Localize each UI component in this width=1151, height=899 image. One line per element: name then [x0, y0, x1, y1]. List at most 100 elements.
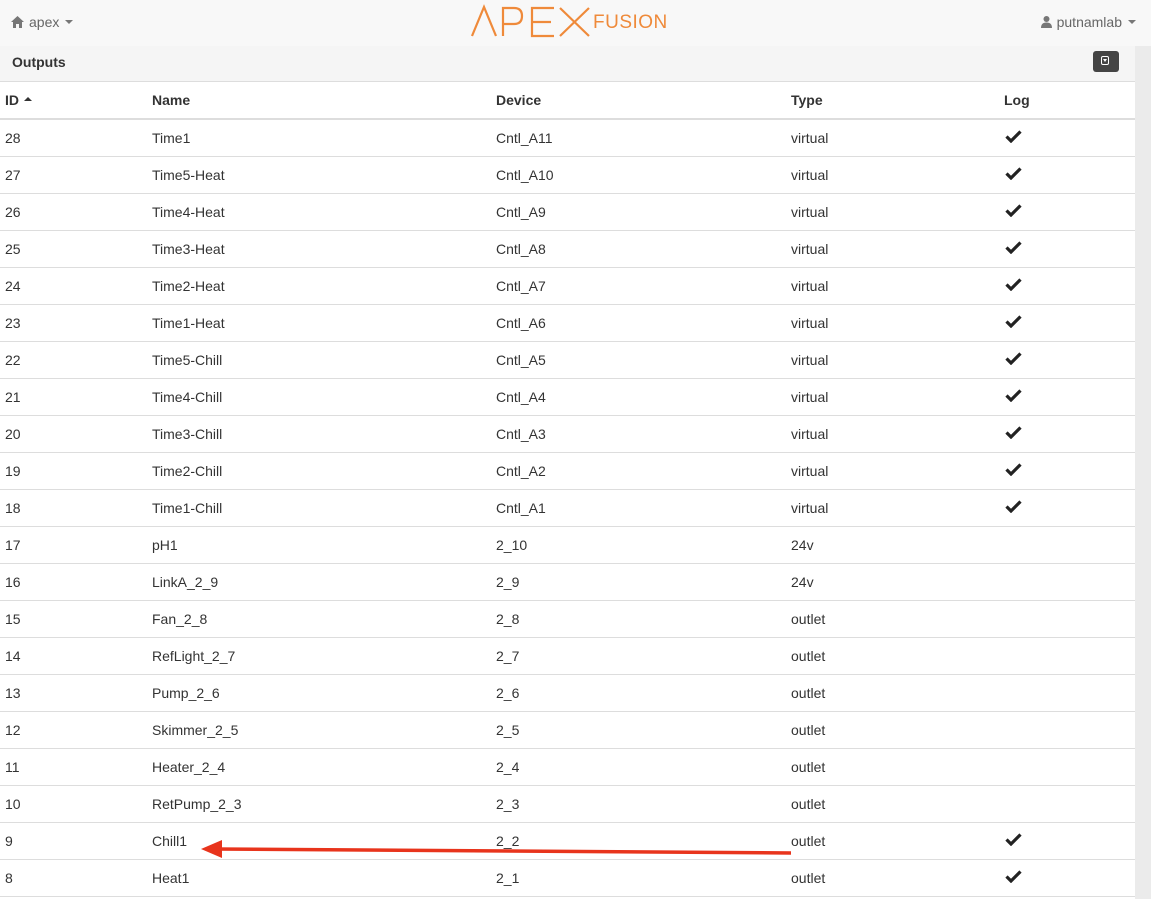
- table-row[interactable]: 19 Time2-Chill Cntl_A2 virtual: [0, 452, 1135, 490]
- cell-id: 20: [0, 415, 152, 453]
- checkmark-icon: [1005, 463, 1022, 476]
- page-scrollbar[interactable]: [1135, 46, 1151, 899]
- column-header-device[interactable]: Device: [496, 82, 791, 120]
- cell-device: Cntl_A1: [496, 489, 791, 527]
- home-menu[interactable]: apex: [11, 14, 74, 30]
- outputs-panel-header: Outputs: [0, 46, 1135, 82]
- cell-device: Cntl_A7: [496, 267, 791, 305]
- cell-type: outlet: [791, 748, 1004, 786]
- home-icon: [11, 16, 24, 28]
- cell-name: Pump_2_6: [152, 674, 496, 712]
- cell-name: Time2-Chill: [152, 452, 496, 490]
- table-row[interactable]: 27 Time5-Heat Cntl_A10 virtual: [0, 156, 1135, 194]
- cell-device: 2_8: [496, 600, 791, 638]
- checkmark-icon: [1005, 241, 1022, 254]
- checkmark-icon: [1005, 167, 1022, 180]
- outputs-table: ID Name Device Type Log 28 Time1 Cntl_A11 v…: [0, 82, 1135, 897]
- cell-id: 24: [0, 267, 152, 305]
- cell-log: [1004, 748, 1135, 786]
- cell-type: virtual: [791, 156, 1004, 194]
- table-row[interactable]: 22 Time5-Chill Cntl_A5 virtual: [0, 341, 1135, 379]
- cell-device: 2_1: [496, 859, 791, 897]
- column-header-name[interactable]: Name: [152, 82, 496, 120]
- cell-log: [1004, 193, 1135, 231]
- cell-id: 17: [0, 526, 152, 564]
- cell-id: 25: [0, 230, 152, 268]
- cell-type: outlet: [791, 637, 1004, 675]
- table-row[interactable]: 24 Time2-Heat Cntl_A7 virtual: [0, 267, 1135, 305]
- cell-name: Time3-Chill: [152, 415, 496, 453]
- cell-name: Fan_2_8: [152, 600, 496, 638]
- table-row[interactable]: 13 Pump_2_6 2_6 outlet: [0, 674, 1135, 712]
- cell-id: 13: [0, 674, 152, 712]
- user-label: putnamlab: [1056, 14, 1122, 30]
- cell-id: 21: [0, 378, 152, 416]
- table-row[interactable]: 17 pH1 2_10 24v: [0, 526, 1135, 564]
- table-row[interactable]: 20 Time3-Chill Cntl_A3 virtual: [0, 415, 1135, 453]
- checkmark-icon: [1005, 315, 1022, 328]
- cell-id: 11: [0, 748, 152, 786]
- cell-name: RetPump_2_3: [152, 785, 496, 823]
- cell-type: virtual: [791, 193, 1004, 231]
- cell-log: [1004, 267, 1135, 305]
- cell-type: outlet: [791, 785, 1004, 823]
- cell-name: RefLight_2_7: [152, 637, 496, 675]
- apex-logo-mark: [470, 4, 590, 38]
- cell-device: 2_7: [496, 637, 791, 675]
- table-row[interactable]: 16 LinkA_2_9 2_9 24v: [0, 563, 1135, 601]
- cell-name: Time2-Heat: [152, 267, 496, 305]
- cell-device: 2_3: [496, 785, 791, 823]
- table-row[interactable]: 25 Time3-Heat Cntl_A8 virtual: [0, 230, 1135, 268]
- cell-type: virtual: [791, 489, 1004, 527]
- cell-device: Cntl_A6: [496, 304, 791, 342]
- cell-device: Cntl_A8: [496, 230, 791, 268]
- cell-log: [1004, 822, 1135, 860]
- cell-device: Cntl_A10: [496, 156, 791, 194]
- cell-type: virtual: [791, 119, 1004, 157]
- table-row[interactable]: 12 Skimmer_2_5 2_5 outlet: [0, 711, 1135, 749]
- table-row[interactable]: 11 Heater_2_4 2_4 outlet: [0, 748, 1135, 786]
- cell-id: 26: [0, 193, 152, 231]
- table-row[interactable]: 15 Fan_2_8 2_8 outlet: [0, 600, 1135, 638]
- cell-id: 19: [0, 452, 152, 490]
- cell-type: outlet: [791, 822, 1004, 860]
- cell-device: 2_6: [496, 674, 791, 712]
- user-menu[interactable]: putnamlab: [1040, 14, 1136, 30]
- cell-name: Chill1: [152, 822, 496, 860]
- table-row[interactable]: 9 Chill1 2_2 outlet: [0, 822, 1135, 860]
- cell-name: LinkA_2_9: [152, 563, 496, 601]
- column-header-log[interactable]: Log: [1004, 82, 1135, 120]
- collapse-panel-button[interactable]: [1093, 51, 1119, 72]
- cell-log: [1004, 489, 1135, 527]
- cell-name: Time4-Heat: [152, 193, 496, 231]
- cell-name: Heater_2_4: [152, 748, 496, 786]
- cell-log: [1004, 859, 1135, 897]
- table-row[interactable]: 28 Time1 Cntl_A11 virtual: [0, 119, 1135, 157]
- table-row[interactable]: 23 Time1-Heat Cntl_A6 virtual: [0, 304, 1135, 342]
- cell-id: 9: [0, 822, 152, 860]
- table-row[interactable]: 26 Time4-Heat Cntl_A9 virtual: [0, 193, 1135, 231]
- cell-log: [1004, 637, 1135, 675]
- cell-device: Cntl_A3: [496, 415, 791, 453]
- cell-name: Time1: [152, 119, 496, 157]
- cell-type: 24v: [791, 563, 1004, 601]
- user-icon: [1040, 16, 1052, 28]
- table-row[interactable]: 14 RefLight_2_7 2_7 outlet: [0, 637, 1135, 675]
- chevron-down-icon: [65, 20, 74, 24]
- checkmark-icon: [1005, 500, 1022, 513]
- cell-log: [1004, 600, 1135, 638]
- table-row[interactable]: 18 Time1-Chill Cntl_A1 virtual: [0, 489, 1135, 527]
- panel-title: Outputs: [12, 54, 66, 70]
- chevron-down-icon: [1128, 20, 1136, 24]
- cell-log: [1004, 119, 1135, 157]
- cell-id: 27: [0, 156, 152, 194]
- column-header-type[interactable]: Type: [791, 82, 1004, 120]
- cell-type: virtual: [791, 267, 1004, 305]
- cell-type: virtual: [791, 230, 1004, 268]
- cell-device: Cntl_A5: [496, 341, 791, 379]
- cell-id: 16: [0, 563, 152, 601]
- table-row[interactable]: 8 Heat1 2_1 outlet: [0, 859, 1135, 897]
- table-row[interactable]: 10 RetPump_2_3 2_3 outlet: [0, 785, 1135, 823]
- table-row[interactable]: 21 Time4-Chill Cntl_A4 virtual: [0, 378, 1135, 416]
- column-header-id[interactable]: ID: [0, 82, 152, 120]
